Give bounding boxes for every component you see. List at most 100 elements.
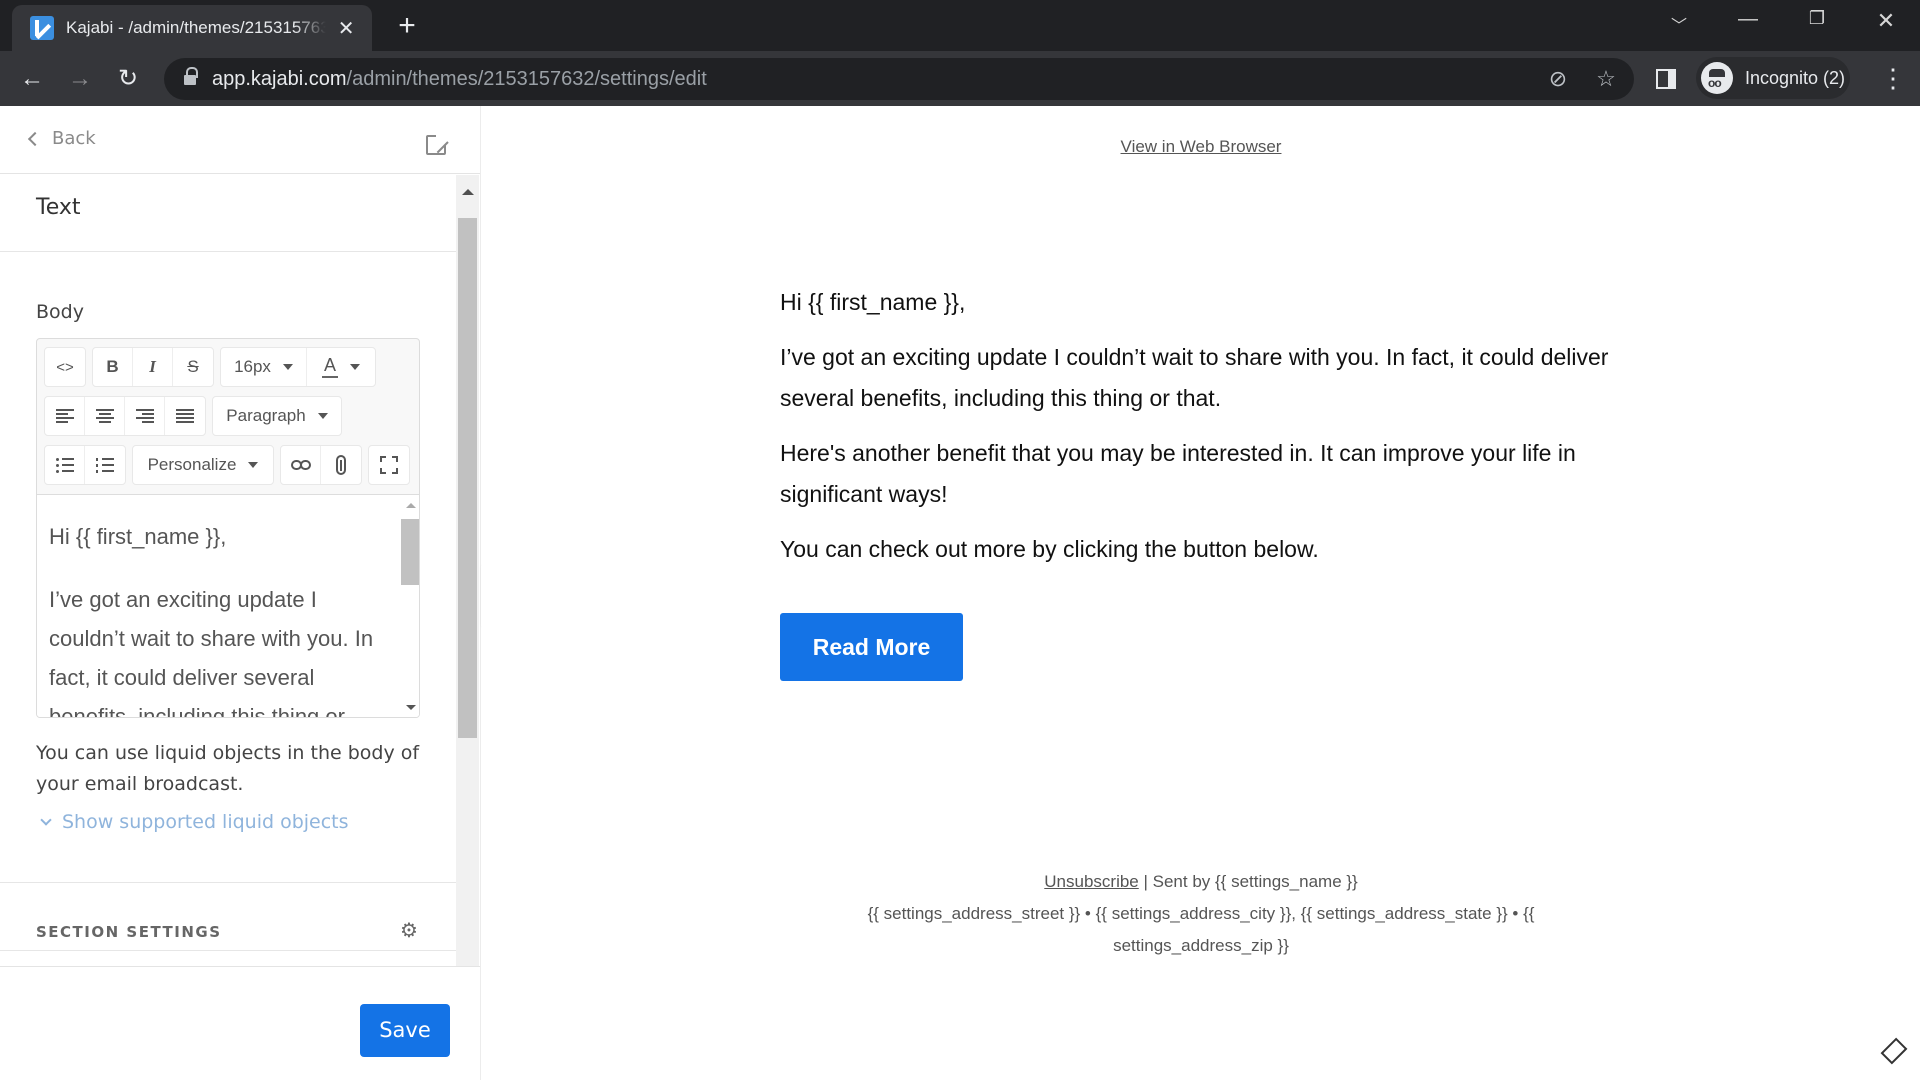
strikethrough-button[interactable]: S: [173, 348, 213, 386]
panel-footer: Save: [0, 966, 480, 1080]
block-format-dropdown[interactable]: Paragraph: [213, 397, 341, 435]
italic-button[interactable]: I: [133, 348, 173, 386]
caret-down-icon: [282, 364, 293, 370]
tab-search-chevron-icon[interactable]: ﹀: [1664, 12, 1694, 36]
tab-title: Kajabi - /admin/themes/2153157632/settin…: [66, 18, 327, 37]
back-label: Back: [52, 128, 96, 149]
url-path: /admin/themes/2153157632/settings/edit: [346, 68, 707, 90]
sent-by-text: | Sent by {{ settings_name }}: [1138, 872, 1358, 891]
section-title: Text: [36, 195, 81, 220]
section-settings-heading[interactable]: SECTION SETTINGS: [36, 923, 222, 941]
browser-menu-icon[interactable]: ⋮: [1880, 61, 1906, 95]
editor-text[interactable]: Hi {{ first_name }}, I’ve got an excitin…: [49, 517, 389, 717]
forward-arrow-icon[interactable]: →: [62, 61, 98, 97]
gear-icon[interactable]: ⚙: [400, 921, 418, 941]
toolbar-row-1: <> B I S 16px A: [44, 347, 382, 387]
editor-content-area[interactable]: Hi {{ first_name }}, I’ve got an excitin…: [37, 494, 419, 717]
font-size-dropdown[interactable]: 16px: [221, 348, 307, 386]
font-color-dropdown[interactable]: A: [307, 348, 375, 386]
url-text[interactable]: app.kajabi.com/admin/themes/2153157632/s…: [212, 68, 707, 91]
editor-paragraph: Hi {{ first_name }},: [49, 524, 227, 549]
incognito-profile-button[interactable]: Incognito (2): [1696, 57, 1850, 99]
email-preview: View in Web Browser Hi {{ first_name }},…: [482, 106, 1920, 1080]
eye-slash-icon[interactable]: ⊘: [1544, 66, 1572, 92]
panel-scrollbar[interactable]: [456, 175, 479, 1065]
personalize-dropdown[interactable]: Personalize: [133, 446, 273, 484]
bullet-list-button[interactable]: [45, 446, 85, 484]
email-paragraph: You can check out more by clicking the b…: [780, 536, 1319, 562]
email-paragraph: Hi {{ first_name }},: [780, 289, 966, 315]
view-in-browser-link[interactable]: View in Web Browser: [1121, 137, 1282, 156]
chevron-down-icon: [40, 813, 52, 826]
back-arrow-icon[interactable]: ←: [14, 61, 50, 97]
align-justify-icon: [176, 409, 194, 423]
font-size-value: 16px: [234, 357, 271, 376]
bullet-list-icon: [55, 458, 74, 473]
read-more-button[interactable]: Read More: [780, 613, 963, 681]
restore-button[interactable]: ❐: [1802, 8, 1832, 29]
editor-scrollbar[interactable]: [399, 495, 419, 717]
align-justify-button[interactable]: [165, 397, 205, 435]
browser-toolbar: ← → ↻ app.kajabi.com/admin/themes/215315…: [0, 51, 1920, 106]
minimize-button[interactable]: —: [1733, 8, 1763, 31]
toolbar-row-2: Paragraph: [44, 396, 348, 436]
browser-tab[interactable]: Kajabi - /admin/themes/2153157632/settin…: [12, 5, 372, 51]
helper-text: You can use liquid objects in the body o…: [36, 742, 420, 795]
email-paragraph: I’ve got an exciting update I couldn’t w…: [780, 344, 1609, 411]
toolbar-row-3: Personalize: [44, 445, 416, 485]
caret-down-icon: [317, 413, 328, 419]
attach-file-button[interactable]: [321, 446, 361, 484]
lock-icon[interactable]: [184, 67, 198, 86]
link-icon: [290, 460, 311, 470]
align-center-icon: [95, 409, 114, 423]
save-button[interactable]: Save: [360, 1004, 450, 1057]
panel-scroll-thumb[interactable]: [458, 218, 477, 738]
caret-down-icon: [248, 462, 259, 468]
star-bookmark-icon[interactable]: ☆: [1592, 66, 1620, 92]
panel-header: Back: [0, 106, 480, 174]
incognito-icon: [1701, 62, 1733, 94]
browser-tab-bar: Kajabi - /admin/themes/2153157632/settin…: [0, 0, 1920, 51]
divider: [0, 950, 456, 951]
panel-scroll-area: Text Body <> B I S 16px A Paragraph Pers…: [0, 175, 456, 1065]
numbered-list-button[interactable]: [85, 446, 125, 484]
code-view-button[interactable]: <>: [45, 348, 85, 386]
new-tab-button[interactable]: +: [392, 11, 422, 41]
scroll-up-icon[interactable]: [462, 189, 474, 195]
unsubscribe-link[interactable]: Unsubscribe: [1044, 872, 1139, 891]
caret-down-icon: [350, 364, 360, 370]
back-link[interactable]: Back: [27, 128, 96, 149]
fullscreen-button[interactable]: [369, 446, 409, 484]
view-in-browser-link-wrap: View in Web Browser: [482, 137, 1920, 157]
block-format-value: Paragraph: [226, 406, 306, 425]
align-center-button[interactable]: [85, 397, 125, 435]
align-right-button[interactable]: [125, 397, 165, 435]
scroll-up-icon[interactable]: [406, 503, 416, 508]
settings-panel: Back Text Body <> B I S 16px A Paragraph…: [0, 106, 481, 1080]
paperclip-icon: [336, 455, 346, 475]
align-right-icon: [135, 409, 154, 423]
liquid-toggle-label: Show supported liquid objects: [62, 811, 349, 833]
close-window-button[interactable]: ✕: [1871, 8, 1901, 34]
address-bar[interactable]: app.kajabi.com/admin/themes/2153157632/s…: [164, 58, 1634, 100]
body-label: Body: [36, 301, 84, 323]
show-liquid-objects-link[interactable]: Show supported liquid objects: [40, 811, 349, 833]
url-host: app.kajabi.com: [212, 68, 347, 90]
chevron-left-icon: [27, 131, 43, 147]
align-left-button[interactable]: [45, 397, 85, 435]
expand-icon: [380, 456, 398, 474]
font-color-icon: A: [322, 356, 338, 378]
close-tab-icon[interactable]: ✕: [336, 16, 356, 41]
side-panel-icon[interactable]: [1656, 69, 1676, 89]
personalize-label: Personalize: [147, 455, 237, 474]
bold-button[interactable]: B: [93, 348, 133, 386]
scroll-down-icon[interactable]: [406, 705, 416, 710]
address-text: {{ settings_address_street }} • {{ setti…: [867, 904, 1535, 955]
email-footer: Unsubscribe | Sent by {{ settings_name }…: [482, 866, 1920, 962]
email-paragraph: Here's another benefit that you may be i…: [780, 440, 1576, 507]
insert-link-button[interactable]: [281, 446, 321, 484]
reload-icon[interactable]: ↻: [110, 61, 146, 97]
editor-scroll-thumb[interactable]: [401, 519, 419, 585]
kajabi-favicon-icon: [30, 16, 54, 40]
open-external-icon[interactable]: [426, 133, 448, 155]
